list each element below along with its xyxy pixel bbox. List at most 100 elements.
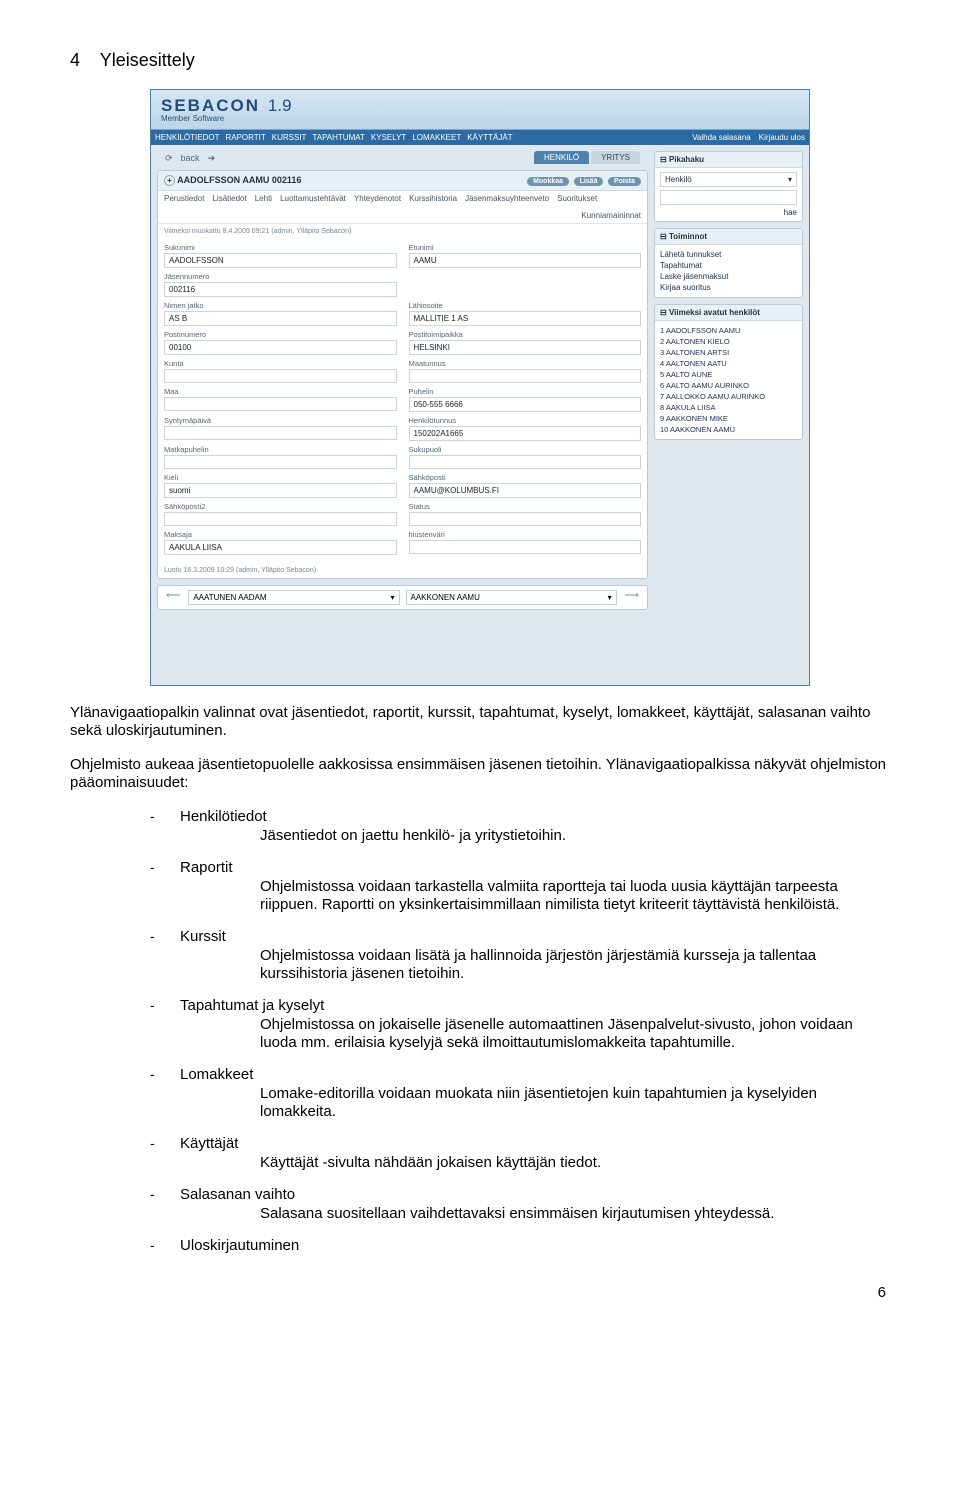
pager-card: ⟵ AAATUNEN AADAM ▾ AAKKONEN AAMU ▾ ⟶	[157, 585, 648, 610]
field-label: Etunimi	[409, 243, 642, 252]
nav-tapahtumat[interactable]: TAPAHTUMAT	[312, 133, 364, 142]
recent-item[interactable]: 6 AALTO AAMU AURINKO	[660, 380, 797, 391]
action-laske-jasenmaksut[interactable]: Laske jäsenmaksut	[660, 271, 797, 282]
recent-item[interactable]: 7 AALLOKKO AAMU AURINKO	[660, 391, 797, 402]
quicksearch-input[interactable]	[660, 190, 797, 205]
subtab-kurssihistoria[interactable]: Kurssihistoria	[409, 194, 457, 203]
field-value	[164, 426, 397, 440]
chevron-down-icon: ▾	[608, 593, 612, 602]
field-value	[164, 512, 397, 526]
action-lisaa[interactable]: Lisää	[574, 177, 604, 186]
subtab-yhteydenotot[interactable]: Yhteydenotot	[354, 194, 401, 203]
field-value	[164, 397, 397, 411]
list-item: -Salasanan vaihto	[150, 1186, 890, 1203]
recent-box: ⊟ Viimeksi avatut henkilöt 1 AADOLFSSON …	[654, 304, 803, 440]
field-value: suomi	[164, 483, 397, 498]
bullet-dash: -	[150, 1237, 180, 1253]
field-value: 150202A1665	[409, 426, 642, 441]
next-arrow-icon[interactable]: ⟶	[623, 590, 641, 605]
recent-item[interactable]: 3 AALTONEN ARTSI	[660, 347, 797, 358]
recent-item[interactable]: 1 AADOLFSSON AAMU	[660, 325, 797, 336]
recent-item[interactable]: 2 AALTONEN KIELO	[660, 336, 797, 347]
bullet-dash: -	[150, 997, 180, 1013]
nav-vaihda-salasana[interactable]: Vaihda salasana	[692, 133, 751, 142]
feature-list: - Henkilötiedot Jäsentiedot on jaettu henk…	[150, 808, 890, 1254]
back-label: back	[181, 153, 200, 164]
action-laheta-tunnukset[interactable]: Lähetä tunnukset	[660, 249, 797, 260]
field-value: MALLITIE 1 AS	[409, 311, 642, 326]
subtab-suoritukset[interactable]: Suoritukset	[557, 194, 597, 203]
intro-paragraph-2: Ohjelmisto aukeaa jäsentietopuolelle aak…	[70, 756, 890, 792]
prev-person-label: AAATUNEN AADAM	[193, 593, 266, 602]
page-heading: 4 Yleisesittely	[70, 50, 890, 71]
field-value	[164, 369, 397, 383]
list-item-name: Salasanan vaihto	[180, 1186, 295, 1203]
recent-item[interactable]: 10 AAKKONEN AAMU	[660, 424, 797, 435]
list-item-desc: Jäsentiedot on jaettu henkilö- ja yritys…	[260, 827, 890, 845]
field-label: Sähköposti	[409, 473, 642, 482]
subtab-kunniamaininnat[interactable]: Kunniamaininnat	[581, 211, 641, 220]
action-muokkaa[interactable]: Muokkaa	[527, 177, 569, 186]
next-person-select[interactable]: AAKKONEN AAMU ▾	[406, 590, 617, 605]
list-item: -Tapahtumat ja kyselyt	[150, 997, 890, 1014]
forward-arrow-icon[interactable]: ➔	[208, 153, 216, 164]
field-label: Status	[409, 502, 642, 511]
bullet-dash: -	[150, 928, 180, 944]
back-arrow-icon[interactable]: ⟳	[165, 153, 173, 164]
app-header: SEBACON 1.9 Member Software	[151, 90, 809, 130]
nav-kyselyt[interactable]: KYSELYT	[371, 133, 406, 142]
field-label: Syntymäpäivä	[164, 416, 397, 425]
expand-icon[interactable]: +	[164, 175, 175, 186]
field-value: HELSINKI	[409, 340, 642, 355]
list-item-name: Henkilötiedot	[180, 808, 267, 825]
list-item: -Uloskirjautuminen	[150, 1237, 890, 1254]
person-card: + AADOLFSSON AAMU 002116 Muokkaa Lisää P…	[157, 170, 648, 579]
heading-text: Yleisesittely	[100, 50, 195, 70]
nav-henkilotiedot[interactable]: HENKILÖTIEDOT	[155, 133, 219, 142]
field-label: Maatunnus	[409, 359, 642, 368]
list-item-desc: Lomake-editorilla voidaan muokata niin j…	[260, 1085, 890, 1121]
field-label: Lähiosoite	[409, 301, 642, 310]
recent-item[interactable]: 9 AAKKONEN MIKE	[660, 413, 797, 424]
nav-kurssit[interactable]: KURSSIT	[272, 133, 307, 142]
quicksearch-button[interactable]: hae	[660, 208, 797, 217]
card-actions: Muokkaa Lisää Poista	[525, 175, 641, 186]
field-value: 002116	[164, 282, 397, 297]
nav-lomakkeet[interactable]: LOMAKKEET	[412, 133, 461, 142]
nav-kirjaudu-ulos[interactable]: Kirjaudu ulos	[759, 133, 805, 142]
recent-item[interactable]: 8 AAKULA LIISA	[660, 402, 797, 413]
brand-name: SEBACON	[161, 96, 260, 115]
action-poista[interactable]: Poista	[608, 177, 641, 186]
actions-title: ⊟ Toiminnot	[655, 229, 802, 245]
nav-kayttajat[interactable]: KÄYTTÄJÄT	[467, 133, 512, 142]
field-label: Postitoimipaikka	[409, 330, 642, 339]
tab-henkilo[interactable]: HENKILÖ	[534, 151, 589, 164]
minus-icon[interactable]: ⊟	[660, 308, 667, 317]
subtab-lehti[interactable]: Lehti	[255, 194, 272, 203]
minus-icon[interactable]: ⊟	[660, 232, 667, 241]
bullet-dash: -	[150, 1066, 180, 1082]
subtab-perustiedot[interactable]: Perustiedot	[164, 194, 204, 203]
action-tapahtumat[interactable]: Tapahtumat	[660, 260, 797, 271]
prev-arrow-icon[interactable]: ⟵	[164, 590, 182, 605]
action-kirjaa-suoritus[interactable]: Kirjaa suoritus	[660, 282, 797, 293]
subtab-lisatiedot[interactable]: Lisätiedot	[212, 194, 246, 203]
minus-icon[interactable]: ⊟	[660, 155, 667, 164]
subtab-luottamustehtavat[interactable]: Luottamustehtävät	[280, 194, 346, 203]
quicksearch-type-select[interactable]: Henkilö▾	[660, 172, 797, 187]
list-item: -Lomakkeet	[150, 1066, 890, 1083]
field-label: Maksaja	[164, 530, 397, 539]
recent-item[interactable]: 4 AALTONEN AATU	[660, 358, 797, 369]
field-label: Nimen jatko	[164, 301, 397, 310]
list-item-desc: Käyttäjät -sivulta nähdään jokaisen käyt…	[260, 1154, 890, 1172]
nav-raportit[interactable]: RAPORTIT	[225, 133, 265, 142]
tab-yritys[interactable]: YRITYS	[591, 151, 640, 164]
prev-person-select[interactable]: AAATUNEN AADAM ▾	[188, 590, 399, 605]
recent-item[interactable]: 5 AALTO AUNE	[660, 369, 797, 380]
list-item-name: Raportit	[180, 859, 233, 876]
field-value: AS B	[164, 311, 397, 326]
subtab-jasenmaksuyhteenveto[interactable]: Jäsenmaksuyhteenveto	[465, 194, 549, 203]
screenshot-sebacon: SEBACON 1.9 Member Software HENKILÖTIEDO…	[150, 89, 810, 686]
fields-grid: SukunimiAADOLFSSONEtunimiAAMUJäsennumero…	[158, 239, 647, 563]
bullet-dash: -	[150, 859, 180, 875]
